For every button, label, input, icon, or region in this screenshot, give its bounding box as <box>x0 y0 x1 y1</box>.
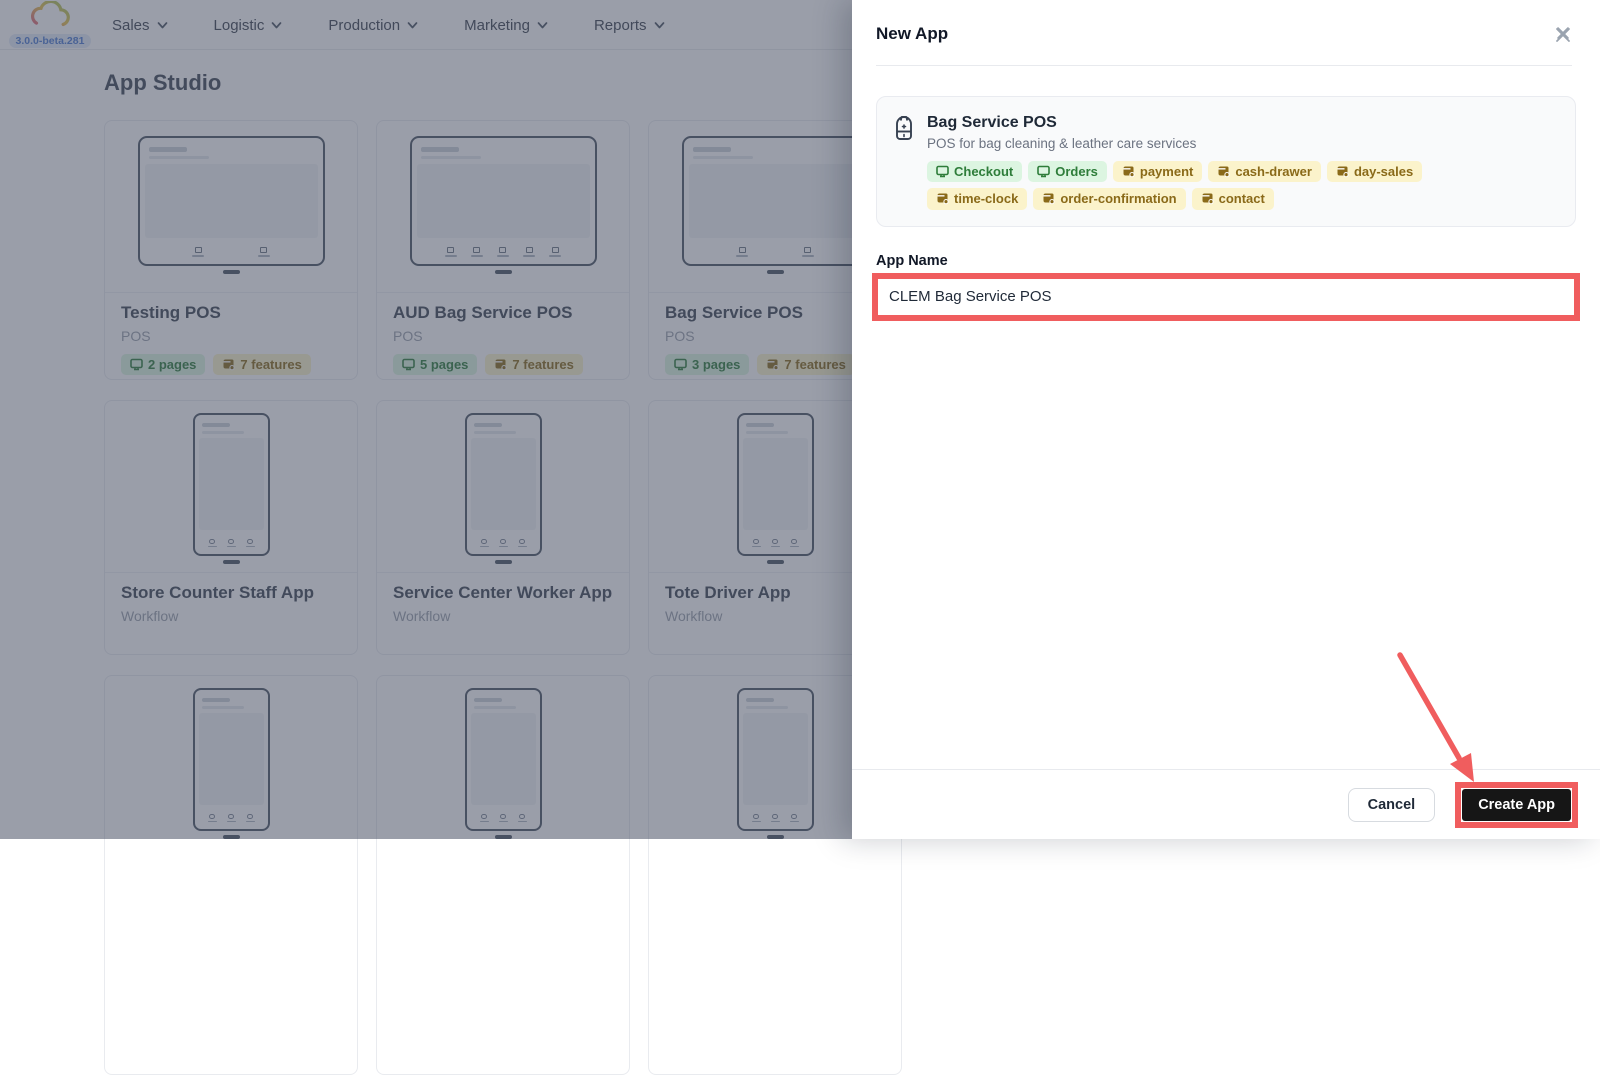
remove-template-icon[interactable] <box>1554 24 1572 42</box>
wallet-icon <box>1122 165 1135 178</box>
drawer-divider <box>876 65 1572 66</box>
create-app-button[interactable]: Create App <box>1462 789 1571 821</box>
tag-order-confirmation: order-confirmation <box>1033 188 1185 209</box>
template-description: POS for bag cleaning & leather care serv… <box>927 136 1487 151</box>
wallet-icon <box>1042 192 1055 205</box>
tag-day-sales: day-sales <box>1327 161 1422 182</box>
template-name: Bag Service POS <box>927 114 1487 132</box>
backpack-icon <box>893 116 915 142</box>
drawer-title: New App <box>876 24 1572 44</box>
cancel-button[interactable]: Cancel <box>1348 788 1436 822</box>
monitor-icon <box>936 165 949 178</box>
wallet-icon <box>1336 165 1349 178</box>
selected-template-card: Bag Service POS POS for bag cleaning & l… <box>876 96 1576 227</box>
tag-contact: contact <box>1192 188 1274 209</box>
new-app-drawer: New App Bag Service POS POS for bag clea… <box>852 0 1600 839</box>
tag-cash-drawer: cash-drawer <box>1208 161 1321 182</box>
wallet-icon <box>936 192 949 205</box>
tag-checkout: Checkout <box>927 161 1022 182</box>
monitor-icon <box>1037 165 1050 178</box>
app-name-input-wrap <box>876 278 1576 316</box>
wallet-icon <box>1201 192 1214 205</box>
template-card-content: Bag Service POS POS for bag cleaning & l… <box>927 114 1487 210</box>
tag-payment: payment <box>1113 161 1202 182</box>
template-tags: Checkout Orders payment cash-drawer day-… <box>927 161 1487 210</box>
wallet-icon <box>1217 165 1230 178</box>
annotation-highlight-create: Create App <box>1455 782 1578 828</box>
tag-orders: Orders <box>1028 161 1107 182</box>
app-name-input[interactable] <box>876 278 1576 316</box>
drawer-footer: Cancel Create App <box>852 769 1600 839</box>
tag-time-clock: time-clock <box>927 188 1027 209</box>
app-name-label: App Name <box>876 253 1576 269</box>
drawer-header: New App <box>852 0 1600 66</box>
drawer-body: Bag Service POS POS for bag cleaning & l… <box>852 66 1600 340</box>
